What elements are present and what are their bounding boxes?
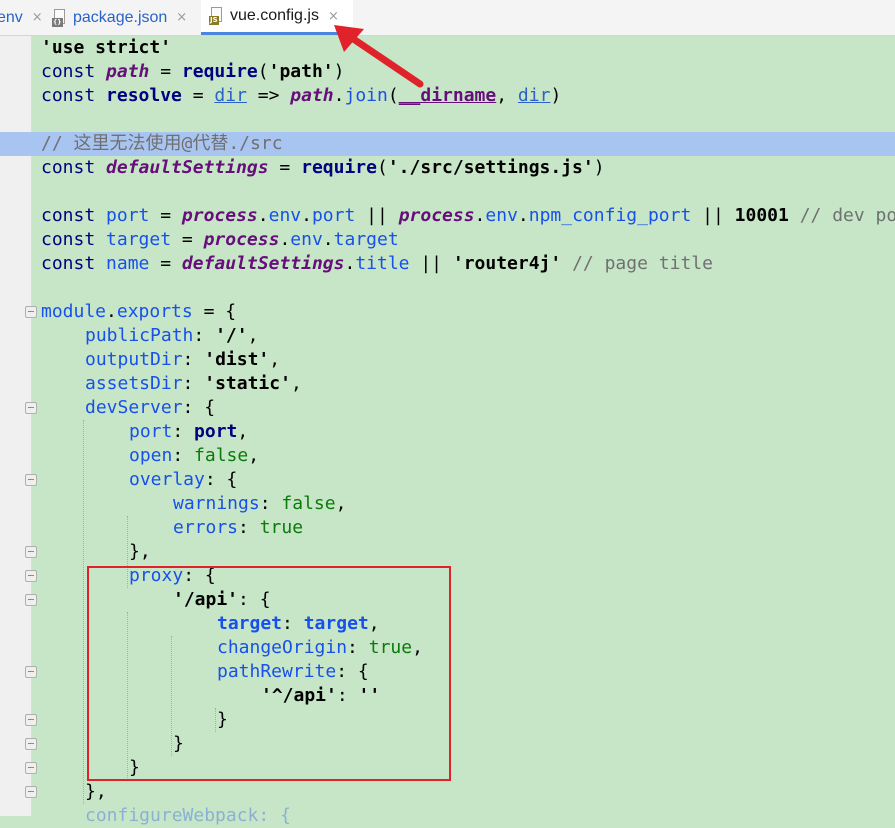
tab-env[interactable]: env × xyxy=(0,0,43,35)
code-line: }, xyxy=(85,781,107,802)
tab-label: package.json xyxy=(73,8,168,26)
code-line: overlay: { xyxy=(129,469,238,490)
code-line: 'use strict' xyxy=(41,37,172,58)
js-file-icon: JS xyxy=(209,7,225,25)
code-line: module.exports = { xyxy=(41,301,237,322)
editor-tab-bar: env × {} package.json × JS vue.config.js… xyxy=(0,0,895,36)
code-line: errors: true xyxy=(173,517,304,538)
code-line: publicPath: '/', xyxy=(85,325,259,346)
code-line: open: false, xyxy=(129,445,260,466)
proxy-highlight-box xyxy=(87,566,451,781)
indent-guide xyxy=(83,420,84,804)
code-line: assetsDir: 'static', xyxy=(85,373,302,394)
code-line: }, xyxy=(129,541,151,562)
code-line: outputDir: 'dist', xyxy=(85,349,281,370)
tab-label: vue.config.js xyxy=(230,7,319,24)
code-line: const target = process.env.target xyxy=(41,229,399,250)
tab-package-json[interactable]: {} package.json × xyxy=(52,0,202,35)
code-line: const port = process.env.port || process… xyxy=(41,205,895,226)
code-line: const name = defaultSettings.title || 'r… xyxy=(41,253,713,274)
close-icon[interactable]: × xyxy=(176,10,187,25)
code-line: const defaultSettings = require('./src/s… xyxy=(41,157,605,178)
code-line: warnings: false, xyxy=(173,493,347,514)
code-line: devServer: { xyxy=(85,397,216,418)
code-line: // 这里无法使用@代替./src xyxy=(41,133,283,154)
json-file-icon: {} xyxy=(52,8,68,27)
red-arrow-annotation xyxy=(334,25,424,88)
code-line: const resolve = dir => path.join(__dirna… xyxy=(41,85,562,106)
code-line: port: port, xyxy=(129,421,249,442)
tab-label: env xyxy=(0,8,23,26)
close-icon[interactable]: × xyxy=(32,10,43,25)
code-line: configureWebpack: { xyxy=(85,805,291,826)
code-line: const path = require('path') xyxy=(41,61,345,82)
